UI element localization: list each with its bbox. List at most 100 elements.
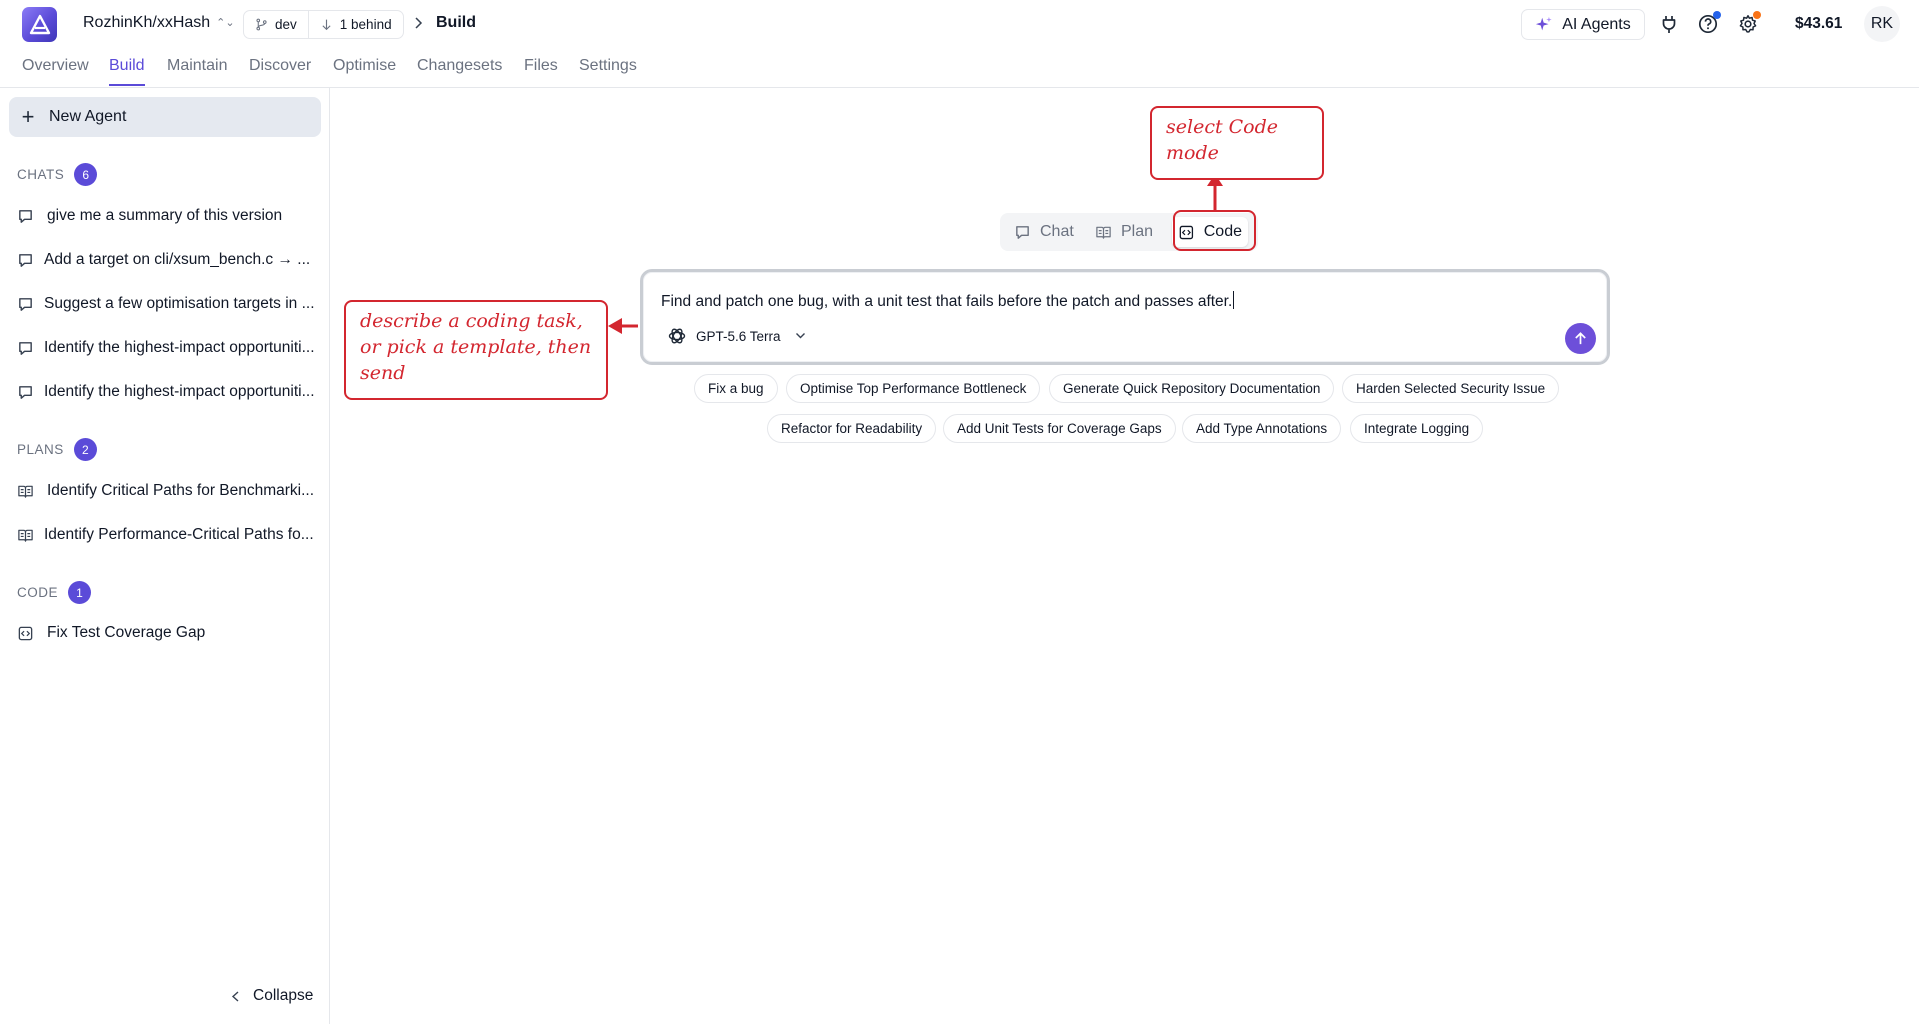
mode-plan[interactable]: Plan: [1089, 217, 1159, 247]
code-mode-highlight: [1173, 210, 1256, 251]
plug-button[interactable]: [1658, 13, 1680, 35]
plan-item-label: Identify Performance-Critical Paths fo..…: [44, 526, 314, 543]
tab-overview[interactable]: Overview: [22, 57, 89, 88]
plug-icon: [1662, 16, 1676, 33]
tab-maintain[interactable]: Maintain: [167, 57, 227, 88]
openai-icon: [668, 328, 686, 344]
branch-name: dev: [275, 17, 297, 32]
arrow-up-icon: [1575, 332, 1586, 345]
plans-count-badge: 2: [73, 438, 97, 461]
warning-dot: [1753, 11, 1761, 19]
chats-count-badge: 6: [74, 163, 98, 186]
logo-icon: [29, 14, 50, 34]
credit-balance[interactable]: $43.61: [1795, 15, 1842, 33]
model-selector[interactable]: GPT-5.6 Terra: [667, 326, 806, 346]
chat-item-label: Add a target on cli/xsum_bench.c → ...: [44, 251, 311, 268]
chevron-left-icon: [231, 990, 239, 1002]
chevron-down-icon: [795, 333, 805, 339]
code-title: CODE: [17, 585, 59, 600]
branch-group: dev 1 behind: [243, 10, 404, 39]
collapse-sidebar-button[interactable]: Collapse: [230, 987, 313, 1005]
tab-files[interactable]: Files: [524, 57, 558, 88]
ai-agents-button[interactable]: AI Agents: [1521, 9, 1645, 40]
ai-agents-label: AI Agents: [1562, 15, 1631, 33]
sparkle-icon: [1536, 16, 1552, 30]
plan-item-label: Identify Critical Paths for Benchmarki..…: [47, 482, 315, 499]
code-section-header: CODE 1: [17, 581, 92, 604]
collapse-label: Collapse: [253, 987, 314, 1004]
chat-item[interactable]: Identify the highest-impact opportuniti.…: [17, 336, 317, 360]
app-logo[interactable]: [22, 7, 57, 42]
template-chip[interactable]: Fix a bug: [694, 374, 778, 403]
text-caret: [1233, 291, 1235, 309]
composer-input-text: Find and patch one bug, with a unit test…: [661, 293, 1233, 310]
composer-input[interactable]: Find and patch one bug, with a unit test…: [661, 291, 1235, 311]
chat-bubble-icon: [19, 385, 32, 399]
chat-item[interactable]: Suggest a few optimisation targets in ..…: [17, 292, 317, 316]
repo-name: RozhinKh/xxHash: [83, 14, 211, 31]
plans-title: PLANS: [17, 442, 64, 457]
sidebar: + New Agent CHATS 6 give me a summary of…: [0, 88, 330, 1024]
nav-tabs: Overview Build Maintain Discover Optimis…: [0, 48, 1919, 88]
tab-changesets[interactable]: Changesets: [417, 57, 502, 88]
model-name: GPT-5.6 Terra: [696, 328, 781, 344]
arrow-down-icon: [322, 19, 331, 31]
plan-item[interactable]: Identify Performance-Critical Paths fo..…: [17, 523, 317, 547]
chat-item-label: Suggest a few optimisation targets in ..…: [44, 295, 315, 312]
new-agent-button[interactable]: + New Agent: [9, 97, 321, 137]
chevron-updown-icon: ⌃⌄: [216, 16, 235, 29]
tab-settings[interactable]: Settings: [579, 57, 637, 88]
task-composer[interactable]: Find and patch one bug, with a unit test…: [640, 269, 1610, 365]
chat-bubble-icon: [1016, 225, 1029, 239]
chats-section-header: CHATS 6: [17, 163, 98, 186]
behind-indicator[interactable]: 1 behind: [307, 11, 403, 38]
mode-plan-label: Plan: [1121, 223, 1154, 240]
chat-bubble-icon: [19, 341, 32, 355]
code-mode-note: select Code mode: [1150, 106, 1324, 180]
new-agent-label: New Agent: [49, 108, 127, 125]
chat-bubble-icon: [19, 253, 32, 267]
plus-icon: +: [21, 104, 35, 129]
branch-selector[interactable]: dev: [244, 11, 308, 38]
tab-build[interactable]: Build: [109, 57, 145, 88]
chat-item-label: give me a summary of this version: [47, 207, 283, 224]
git-branch-icon: [256, 18, 267, 31]
chat-bubble-icon: [19, 209, 32, 223]
top-bar: RozhinKh/xxHash ⌃⌄ dev 1 behind Build AI…: [0, 0, 1919, 48]
template-chip[interactable]: Optimise Top Performance Bottleneck: [786, 374, 1041, 403]
chevron-right-icon: [412, 16, 424, 35]
chat-item-label: Identify the highest-impact opportuniti.…: [44, 339, 315, 356]
tab-discover[interactable]: Discover: [249, 57, 311, 88]
help-button[interactable]: [1697, 11, 1721, 35]
plan-item[interactable]: Identify Critical Paths for Benchmarki..…: [17, 479, 317, 503]
avatar[interactable]: RK: [1864, 6, 1900, 42]
mode-chat-label: Chat: [1040, 223, 1074, 240]
settings-button[interactable]: [1737, 11, 1761, 35]
template-chip[interactable]: Refactor for Readability: [767, 414, 937, 443]
code-count-badge: 1: [68, 581, 92, 604]
template-chip[interactable]: Add Type Annotations: [1182, 414, 1342, 443]
repo-selector[interactable]: RozhinKh/xxHash ⌃⌄: [83, 14, 235, 32]
chat-item[interactable]: give me a summary of this version: [17, 204, 317, 228]
template-chip[interactable]: Generate Quick Repository Documentation: [1049, 374, 1335, 403]
code-square-icon: [18, 626, 33, 640]
book-icon: [1096, 226, 1111, 239]
plans-section-header: PLANS 2: [17, 438, 97, 461]
code-item[interactable]: Fix Test Coverage Gap: [17, 621, 317, 645]
template-chip[interactable]: Harden Selected Security Issue: [1342, 374, 1560, 403]
composer-note: describe a coding task, or pick a templa…: [344, 300, 608, 400]
breadcrumb-current: Build: [436, 14, 476, 31]
chats-title: CHATS: [17, 167, 65, 182]
notification-dot: [1713, 11, 1721, 19]
chat-item[interactable]: Add a target on cli/xsum_bench.c → ...: [17, 248, 317, 272]
code-item-label: Fix Test Coverage Gap: [47, 624, 206, 641]
chat-item-label: Identify the highest-impact opportuniti.…: [44, 383, 315, 400]
template-chip[interactable]: Integrate Logging: [1350, 414, 1484, 443]
chat-item[interactable]: Identify the highest-impact opportuniti.…: [17, 380, 317, 404]
chat-bubble-icon: [19, 297, 32, 311]
tab-optimise[interactable]: Optimise: [333, 57, 396, 88]
mode-chat[interactable]: Chat: [1008, 217, 1080, 247]
template-chip[interactable]: Add Unit Tests for Coverage Gaps: [943, 414, 1176, 443]
send-button[interactable]: [1565, 323, 1596, 354]
book-icon: [18, 485, 33, 498]
